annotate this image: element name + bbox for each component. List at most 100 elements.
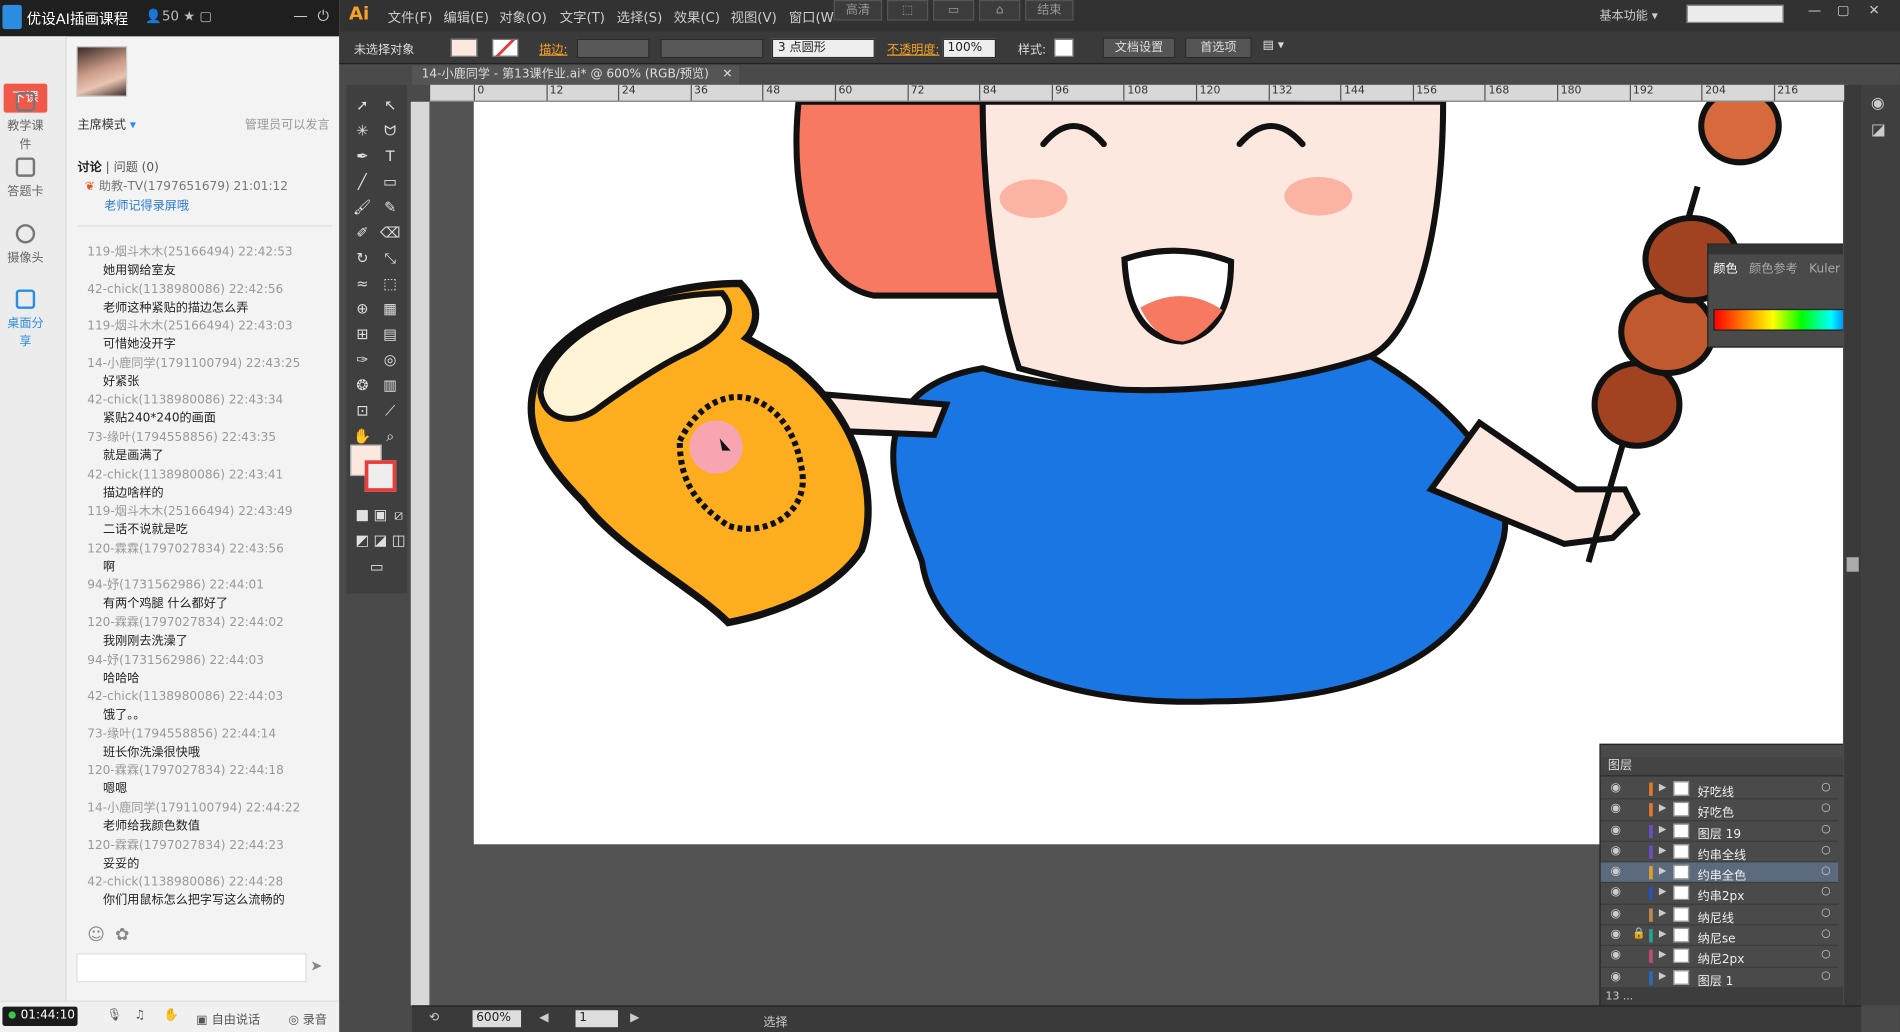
expand-arrow-icon[interactable]: ▶ — [1659, 970, 1666, 981]
lock-icon[interactable]: 🔒 — [1632, 928, 1646, 940]
eye-icon[interactable]: ◉ — [1610, 823, 1621, 836]
rail-screen-share[interactable]: 桌面分享 — [4, 289, 48, 349]
layer-name[interactable]: 约串2px — [1698, 886, 1745, 904]
menu-object[interactable]: 对象(O) — [499, 7, 547, 26]
fill-swatch[interactable] — [450, 38, 478, 57]
layer-name[interactable]: 图层 1 — [1698, 970, 1734, 988]
opacity-field[interactable]: 100% — [942, 38, 997, 59]
symbol-sprayer-icon[interactable]: ❂ — [350, 374, 374, 396]
close-icon[interactable]: ✕ — [1868, 2, 1879, 18]
layer-name[interactable]: 纳尼2px — [1698, 949, 1745, 967]
menu-edit[interactable]: 编辑(E) — [443, 7, 488, 26]
emoji-icon[interactable]: ☺ — [87, 925, 105, 944]
lasso-icon[interactable]: ᗢ — [378, 120, 402, 142]
end-button[interactable]: 结束 — [1025, 0, 1074, 21]
layer-row[interactable]: ◉ ▶ 图层 19 ○ — [1600, 821, 1839, 842]
pen-tool-icon[interactable]: ✒ — [350, 145, 374, 167]
music-icon[interactable]: ♫ — [134, 1009, 145, 1022]
eye-icon[interactable]: ◉ — [1610, 781, 1621, 794]
minimize-icon[interactable]: — — [293, 7, 308, 24]
free-transform-icon[interactable]: ⬚ — [378, 273, 402, 295]
shape-builder-icon[interactable]: ⊕ — [350, 298, 374, 320]
eye-icon[interactable]: ◉ — [1610, 907, 1621, 920]
eye-icon[interactable]: ◉ — [1610, 970, 1621, 983]
gradient-tool-icon[interactable]: ▤ — [378, 323, 402, 345]
arrange-icon[interactable]: ▤ ▾ — [1263, 39, 1284, 52]
send-icon[interactable]: ➤ — [310, 957, 322, 974]
tab-questions[interactable]: 问题 — [114, 161, 138, 174]
layer-name[interactable]: 约串全色 — [1698, 865, 1746, 883]
avatar[interactable] — [76, 46, 128, 97]
rotate-tool-icon[interactable]: ↻ — [350, 247, 374, 269]
document-setup-button[interactable]: 文档设置 — [1102, 37, 1176, 59]
slice-tool-icon[interactable]: ⟋ — [378, 400, 402, 422]
stroke-weight-field[interactable] — [576, 38, 650, 59]
tab-color-guide[interactable]: 颜色参考 — [1749, 263, 1797, 276]
layer-row[interactable]: ◉ ▶ 约串2px ○ — [1600, 884, 1839, 905]
rail-camera[interactable]: 摄像头 — [4, 224, 48, 265]
color-panel-header[interactable] — [1708, 244, 1843, 255]
layer-row[interactable]: ◉ ▶ 纳尼2px ○ — [1600, 946, 1839, 968]
artboard-tool-icon[interactable]: ⊡ — [350, 400, 374, 422]
mesh-tool-icon[interactable]: ⊞ — [350, 323, 374, 345]
eye-icon[interactable]: ◉ — [1610, 949, 1621, 962]
warp-tool-icon[interactable]: ≈ — [350, 273, 374, 295]
window-icon[interactable]: ▭ — [933, 0, 975, 21]
power-icon[interactable]: ⏻ — [317, 7, 329, 25]
rail-answer-card[interactable]: 答题卡 — [4, 157, 48, 199]
paintbrush-icon[interactable]: 🖌 — [350, 196, 374, 218]
scroll-thumb[interactable] — [1846, 557, 1859, 572]
workspace-switcher[interactable]: 基本功能 ▾ — [1599, 5, 1657, 23]
next-page-icon[interactable]: ▶ — [630, 1011, 639, 1024]
line-tool-icon[interactable]: ╱ — [350, 171, 374, 193]
layer-row[interactable]: ◉ ▶ 约串全线 ○ — [1600, 842, 1839, 863]
type-tool-icon[interactable]: T — [378, 145, 402, 167]
character-face[interactable] — [979, 101, 1447, 398]
layer-name[interactable]: 纳尼se — [1698, 928, 1736, 946]
stroke-swatch[interactable] — [491, 38, 519, 57]
target-icon[interactable]: ○ — [1821, 928, 1831, 940]
tab-discuss[interactable]: 讨论 — [78, 161, 102, 174]
target-icon[interactable]: ○ — [1821, 970, 1831, 982]
free-talk-button[interactable]: ▣ 自由说话 — [196, 1009, 260, 1027]
expand-arrow-icon[interactable]: ▶ — [1659, 823, 1666, 834]
eyedropper-icon[interactable]: ✑ — [350, 349, 374, 371]
target-icon[interactable]: ○ — [1821, 844, 1831, 856]
layer-row[interactable]: ◉ ▶ 好吃线 ○ — [1600, 779, 1839, 800]
graph-tool-icon[interactable]: ▥ — [378, 374, 402, 396]
layer-row[interactable]: ◉ ▶ 图层 1 ○ — [1600, 967, 1839, 989]
expand-arrow-icon[interactable]: ▶ — [1659, 865, 1666, 876]
draw-inside-icon[interactable]: ◫ — [387, 529, 411, 551]
eye-icon[interactable]: ◉ — [1610, 886, 1621, 899]
prev-page-icon[interactable]: ◀ — [539, 1011, 548, 1024]
color-panel-icon[interactable]: ◉ — [1871, 94, 1885, 112]
color-spectrum[interactable] — [1713, 308, 1843, 331]
preferences-button[interactable]: 首选项 — [1185, 37, 1252, 59]
house-icon[interactable]: ⌂ — [979, 0, 1021, 21]
menu-type[interactable]: 文字(T) — [560, 7, 605, 26]
expand-arrow-icon[interactable]: ▶ — [1659, 781, 1666, 792]
none-mode-icon[interactable]: ⧄ — [387, 504, 411, 526]
search-input[interactable] — [1686, 4, 1784, 24]
perspective-grid-icon[interactable]: ▦ — [378, 298, 402, 320]
region-icon[interactable]: ⬚ — [886, 0, 929, 21]
style-swatch[interactable] — [1054, 38, 1074, 57]
screen-mode-icon[interactable]: ▭ — [365, 556, 389, 578]
layer-name[interactable]: 好吃色 — [1698, 802, 1734, 820]
blob-brush-icon[interactable]: ✐ — [350, 222, 374, 244]
vertical-scrollbar[interactable] — [1844, 84, 1862, 1006]
eye-icon[interactable]: ◉ — [1610, 928, 1621, 941]
menu-window[interactable]: 窗口(W — [789, 7, 834, 26]
menu-view[interactable]: 视图(V) — [731, 7, 777, 26]
layer-row[interactable]: ◉ 🔒 ▶ 纳尼se ○ — [1600, 926, 1839, 947]
target-icon[interactable]: ○ — [1821, 823, 1831, 835]
eye-icon[interactable]: ◉ — [1610, 802, 1621, 815]
expand-arrow-icon[interactable]: ▶ — [1659, 928, 1666, 939]
target-icon[interactable]: ○ — [1821, 781, 1831, 793]
hand-icon[interactable]: ✋ — [164, 1009, 179, 1022]
direct-selection-tool-icon[interactable]: ↖ — [378, 94, 402, 116]
opacity-label[interactable]: 不透明度: — [887, 39, 940, 57]
menu-file[interactable]: 文件(F) — [388, 7, 433, 26]
tab-kuler[interactable]: Kuler — [1809, 263, 1840, 276]
maximize-icon[interactable]: ▢ — [1837, 2, 1850, 18]
